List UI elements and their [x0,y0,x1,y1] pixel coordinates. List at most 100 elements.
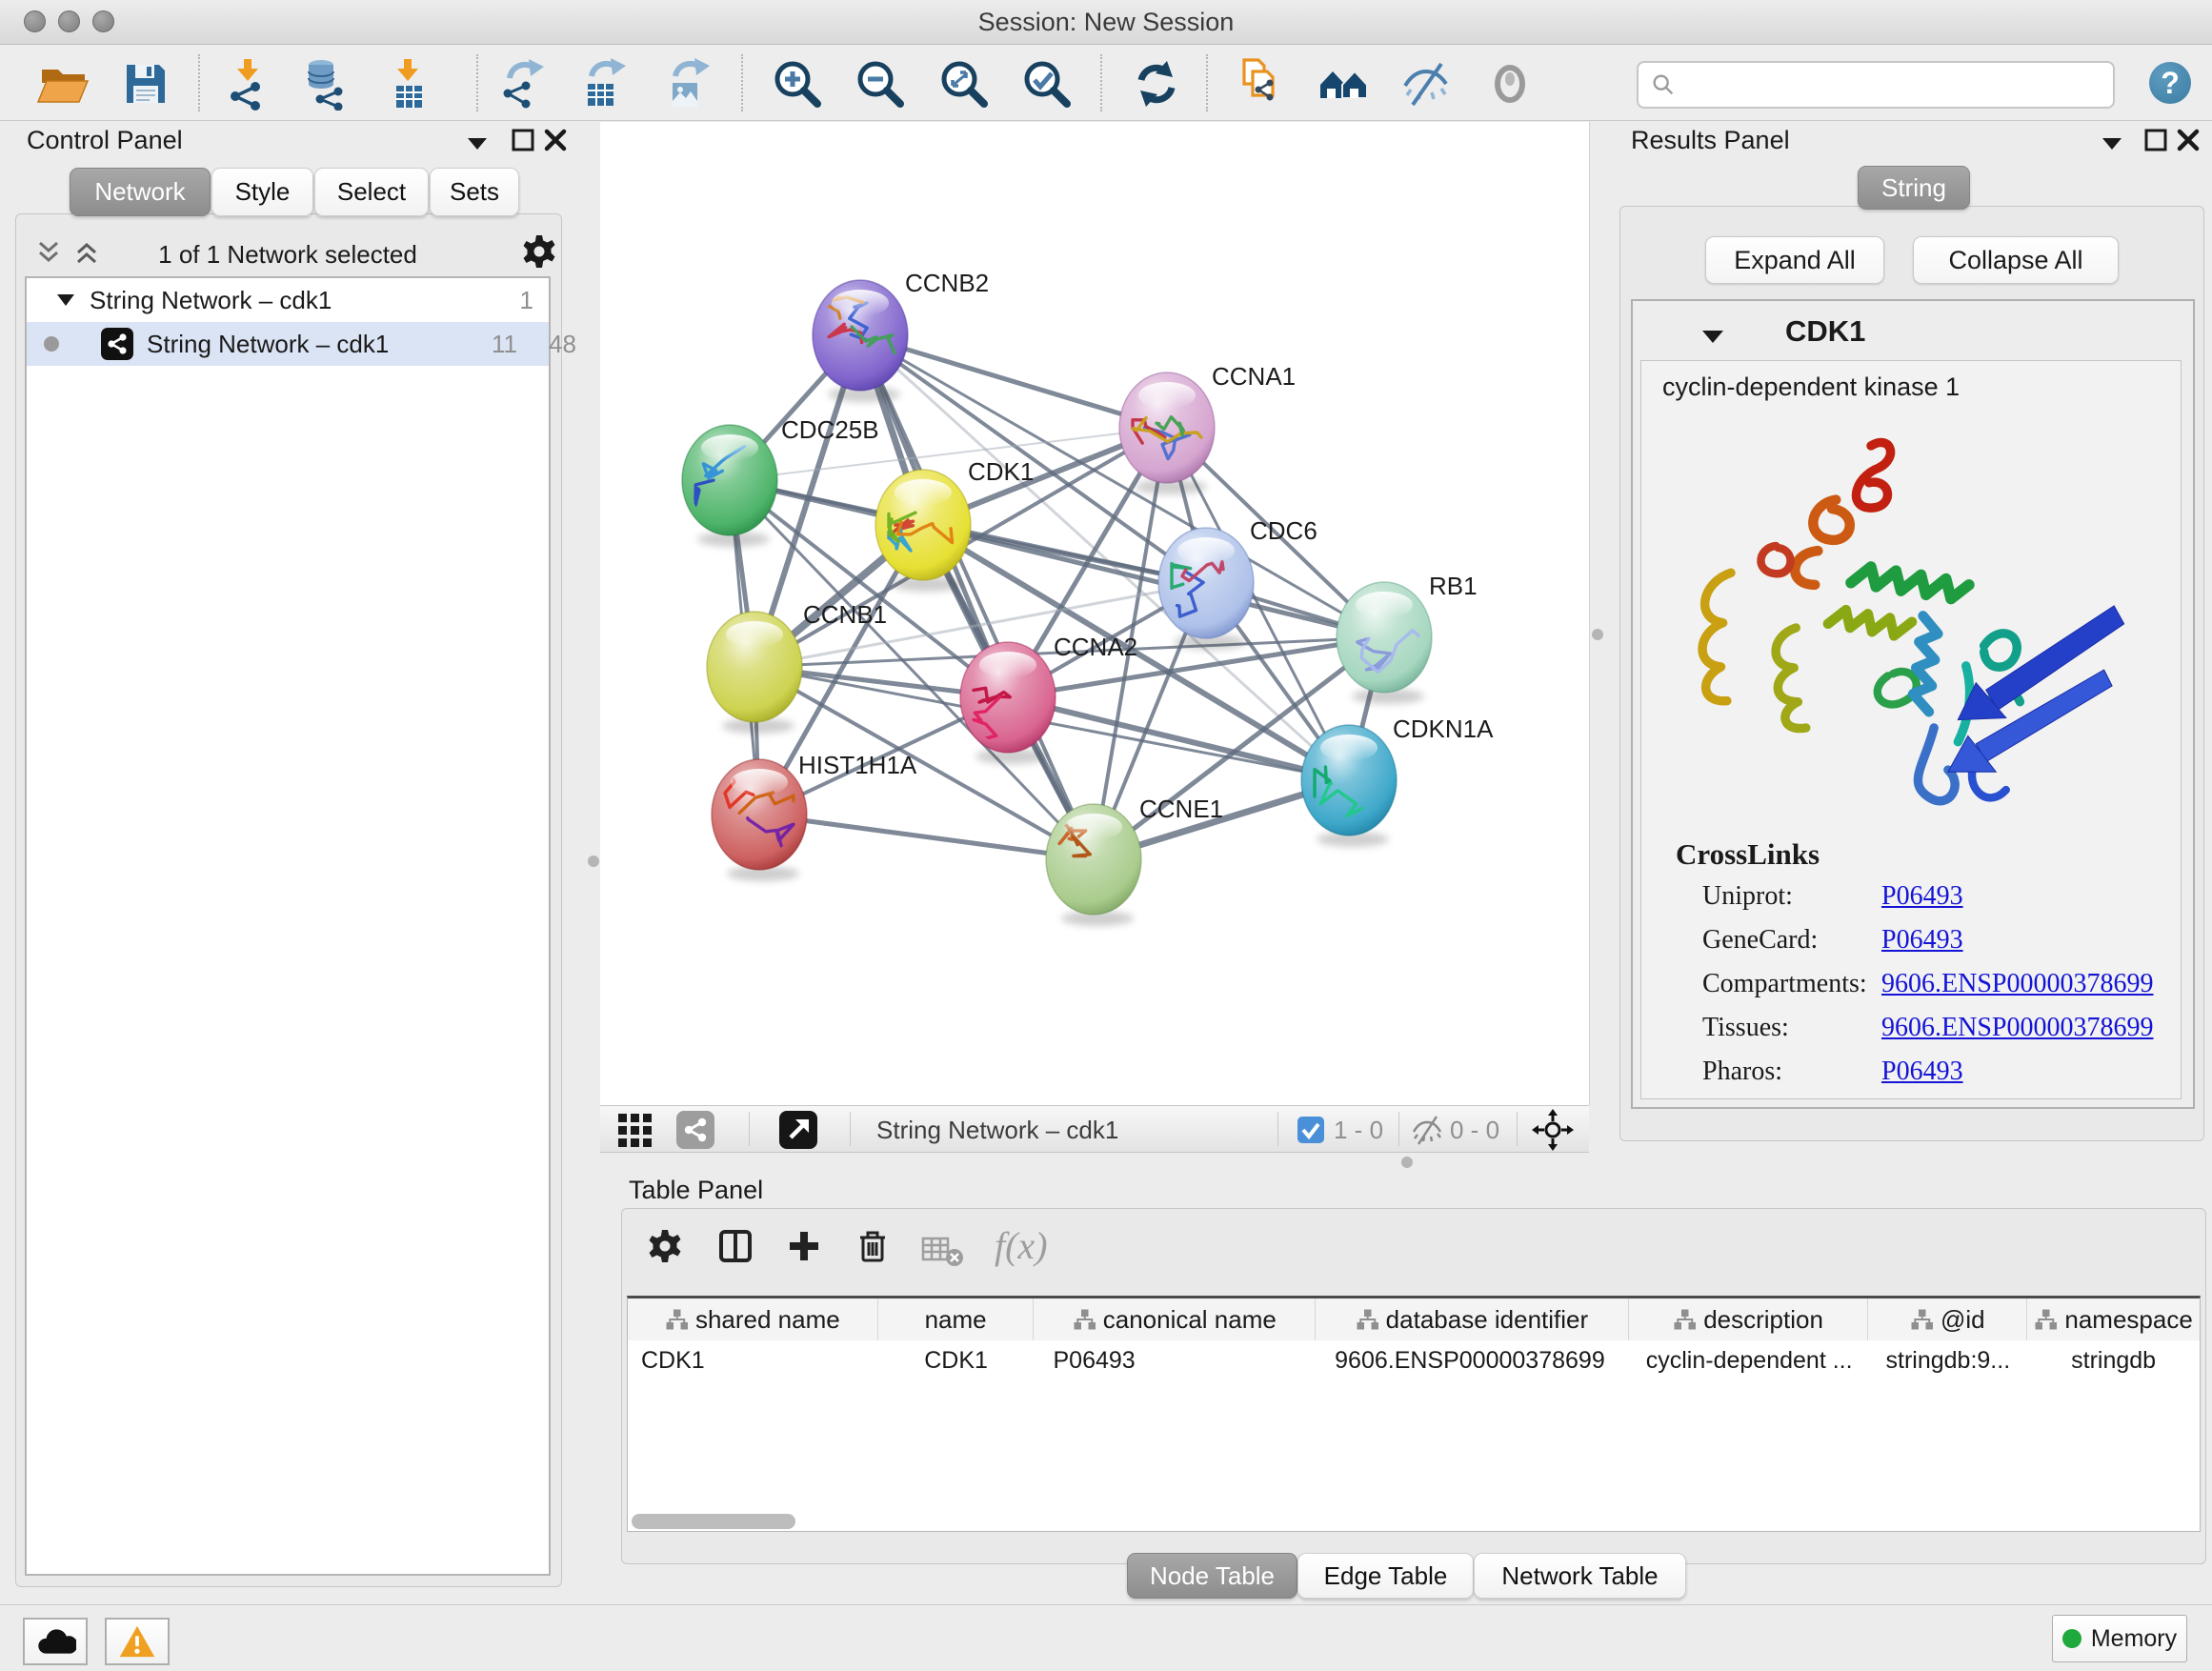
control-panel-maximize-icon[interactable] [511,128,535,152]
save-session-icon[interactable] [118,56,173,111]
open-session-icon[interactable] [36,56,91,111]
zoom-out-icon[interactable] [853,56,908,111]
window-title: Session: New Session [0,8,2212,37]
column-header[interactable]: shared name [628,1299,878,1340]
results-panel-close-icon[interactable] [2176,128,2201,152]
grid-view-icon[interactable] [615,1111,654,1149]
cell-shared-name[interactable]: CDK1 [628,1340,878,1380]
fit-content-icon[interactable] [936,56,992,111]
tab-network[interactable]: Network [70,168,211,216]
node-gloss [1356,592,1413,618]
column-header[interactable]: name [878,1299,1035,1340]
zoom-selected-icon[interactable] [1019,56,1075,111]
detach-view-icon[interactable] [779,1111,817,1149]
tab-network-table[interactable]: Network Table [1474,1553,1686,1599]
expand-all-button[interactable]: Expand All [1705,236,1884,284]
crosslink-compartments-link[interactable]: 9606.ENSP00000378699 [1881,969,2153,999]
crosslink-genecard-link[interactable]: P06493 [1881,925,1963,956]
table-options-gear-icon[interactable] [646,1227,684,1265]
tab-node-table[interactable]: Node Table [1127,1553,1297,1599]
crosslink-pharos-link[interactable]: P06493 [1881,1057,1963,1087]
pan-crosshair-icon[interactable] [1532,1109,1574,1151]
horizontal-scrollbar-thumb[interactable] [632,1514,795,1529]
network-row-selected[interactable]: String Network – cdk1 11 48 [27,322,549,366]
column-header[interactable]: description [1629,1299,1869,1340]
control-panel-close-icon[interactable] [543,128,568,152]
results-panel-maximize-icon[interactable] [2143,128,2168,152]
show-all-icon[interactable] [1482,56,1538,111]
network-edge-count: 48 [549,330,576,359]
right-splitter-handle[interactable] [1592,629,1603,640]
network-edge-HIST1H1A-CCNE1[interactable] [759,815,1094,859]
cell-database-identifier[interactable]: 9606.ENSP00000378699 [1316,1340,1629,1380]
control-panel-float-icon[interactable] [465,133,490,152]
node-label-CCNB2: CCNB2 [905,269,989,297]
protein-section-collapse-icon[interactable] [1699,326,1726,347]
protein-description: cyclin-dependent kinase 1 [1662,372,1960,402]
node-gloss [1138,382,1196,409]
network-view-title: String Network – cdk1 [876,1116,1118,1145]
memory-status-dot [2062,1629,2081,1648]
tab-sets[interactable]: Sets [430,168,519,216]
tab-style[interactable]: Style [211,168,313,216]
cell-description[interactable]: cyclin-dependent ... [1629,1340,1869,1380]
selected-nodes-checkbox-icon[interactable] [1297,1117,1324,1143]
clone-network-icon[interactable] [1231,56,1286,111]
cell-id[interactable]: stringdb:9... [1868,1340,2027,1380]
zoom-in-icon[interactable] [770,56,825,111]
show-columns-icon[interactable] [716,1227,754,1265]
table-panel-title: Table Panel [629,1176,763,1205]
separator [749,1112,750,1146]
import-network-file-icon[interactable] [221,56,276,111]
column-header[interactable]: canonical name [1034,1299,1316,1340]
node-label-CDKN1A: CDKN1A [1393,715,1494,743]
refresh-icon[interactable] [1129,56,1184,111]
tab-edge-table[interactable]: Edge Table [1297,1553,1474,1599]
network-canvas[interactable]: CCNB2CCNA1CDC25BCDK1CDC6RB1CCNB1CCNA2CDK… [600,122,1589,1105]
export-table-icon[interactable] [577,56,633,111]
memory-button[interactable]: Memory [2052,1615,2187,1662]
shared-column-icon [1073,1308,1096,1331]
crosslink-uniprot-link[interactable]: P06493 [1881,881,1963,912]
warnings-button[interactable] [105,1618,170,1665]
hidden-counts: 0 - 0 [1450,1116,1499,1145]
help-button[interactable]: ? [2149,62,2191,104]
network-options-gear-icon[interactable] [520,232,558,271]
import-network-database-icon[interactable] [297,56,352,111]
create-column-icon[interactable] [785,1227,823,1265]
table-row[interactable]: CDK1 CDK1 P06493 9606.ENSP00000378699 cy… [628,1340,2200,1380]
node-gloss [1065,814,1122,840]
tab-select[interactable]: Select [314,168,429,216]
column-header[interactable]: database identifier [1316,1299,1629,1340]
column-header[interactable]: namespace [2027,1299,2200,1340]
network-view-share-icon[interactable] [676,1111,714,1149]
birds-eye-view-icon[interactable] [1317,56,1372,111]
node-label-CDC6: CDC6 [1250,516,1317,545]
network-edge-CCNB2-CCNE1[interactable] [860,335,1094,859]
export-network-icon[interactable] [495,56,551,111]
title-bar: Session: New Session [0,0,2212,45]
import-table-file-icon[interactable] [381,56,436,111]
delete-column-trash-icon[interactable] [854,1227,892,1265]
collection-expand-icon[interactable] [55,292,76,309]
horizontal-splitter-handle[interactable] [1401,1157,1413,1168]
export-image-icon[interactable] [661,56,716,111]
hide-selected-icon[interactable] [1398,56,1454,111]
function-builder-icon-disabled: f(x) [995,1223,1048,1268]
cell-canonical-name[interactable]: P06493 [1034,1340,1316,1380]
results-panel-float-icon[interactable] [2100,133,2124,152]
collapse-all-button[interactable]: Collapse All [1913,236,2119,284]
global-search-input[interactable] [1684,70,2113,99]
left-splitter-handle[interactable] [588,856,599,867]
separator [1277,1112,1278,1146]
node-gloss [832,290,889,316]
cell-name[interactable]: CDK1 [878,1340,1035,1380]
cell-namespace[interactable]: stringdb [2027,1340,2200,1380]
network-collection-row[interactable]: String Network – cdk1 1 [27,278,549,322]
protein-result-section: CDK1 cyclin-dependent kinase 1 [1631,299,2195,1109]
crosslink-tissues-link[interactable]: 9606.ENSP00000378699 [1881,1013,2153,1043]
cloud-services-button[interactable] [23,1618,88,1665]
column-header[interactable]: @id [1868,1299,2027,1340]
tab-string-results[interactable]: String [1858,166,1970,210]
node-gloss [1320,735,1377,761]
